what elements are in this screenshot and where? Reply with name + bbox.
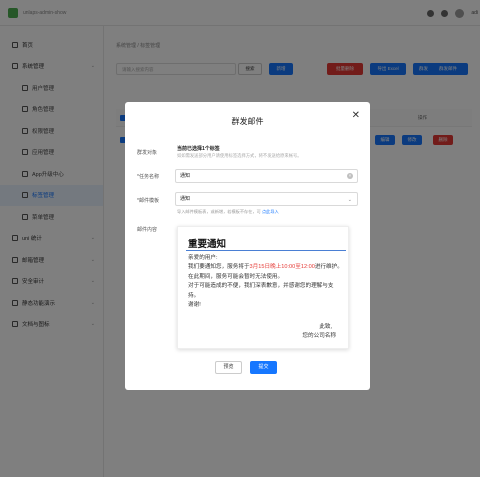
mail-closing: 此致, [319,324,332,330]
modal-title: 群发邮件 [231,117,264,126]
chevron-down-icon: ⌄ [347,197,352,203]
target-label: 群发对象 [137,150,158,156]
template-label: *邮件模板 [137,198,159,204]
mail-body: 亲爱的用户: 我们要通知您，服务将于3月15日晚上10:00至12:00进行维护… [188,254,343,310]
template-select[interactable]: 通知 ⌄ [175,192,358,206]
title-divider [186,250,346,251]
notice-highlight: 3月15日晚上10:00至12:00 [249,264,315,271]
content-label: 邮件内容 [137,227,158,233]
notice-pre: 我们要通知您，服务将于 [188,264,250,271]
template-hint: 导入邮件模板表，或新增，若模板不存在，可 点此导入 [177,209,279,215]
submit-button[interactable]: 提交 [250,361,277,374]
task-name-input[interactable]: 通知 × [175,169,358,183]
mail-content-preview[interactable]: 重要通知 亲爱的用户: 我们要通知您，服务将于3月15日晚上10:00至12:0… [177,226,349,349]
clear-icon[interactable]: × [347,173,353,179]
target-value: 当前已选择1个标签 [177,146,220,152]
import-template-link[interactable]: 点此导入 [262,209,279,214]
template-hint-text: 导入邮件模板表，或新增，若模板不存在，可 [177,209,261,214]
mail-thanks: 谢谢! [188,302,201,309]
close-icon[interactable]: ✕ [352,111,360,121]
mail-greeting: 亲爱的用户: [188,255,218,261]
target-hint: 如如需发送部分用户请使用标签选择方式，将不发送给原来帐号。 [177,153,302,158]
group-mail-modal: 群发邮件 ✕ 群发对象 当前已选择1个标签 如如需发送部分用户请使用标签选择方式… [125,102,370,390]
task-name-value: 通知 [180,173,191,179]
mail-notice: 我们要通知您，服务将于3月15日晚上10:00至12:00进行维护。在此期间，服… [188,263,343,282]
template-value: 通知 [180,196,191,202]
mail-apology: 对于可能造成的不便，我们深表歉意，并感谢您的理解与支持。 [188,283,334,299]
mail-company: 您的公司名称 [302,333,336,339]
mail-title: 重要通知 [188,239,227,250]
task-name-label: *任务名称 [137,174,159,180]
preview-button[interactable]: 预览 [215,361,242,374]
